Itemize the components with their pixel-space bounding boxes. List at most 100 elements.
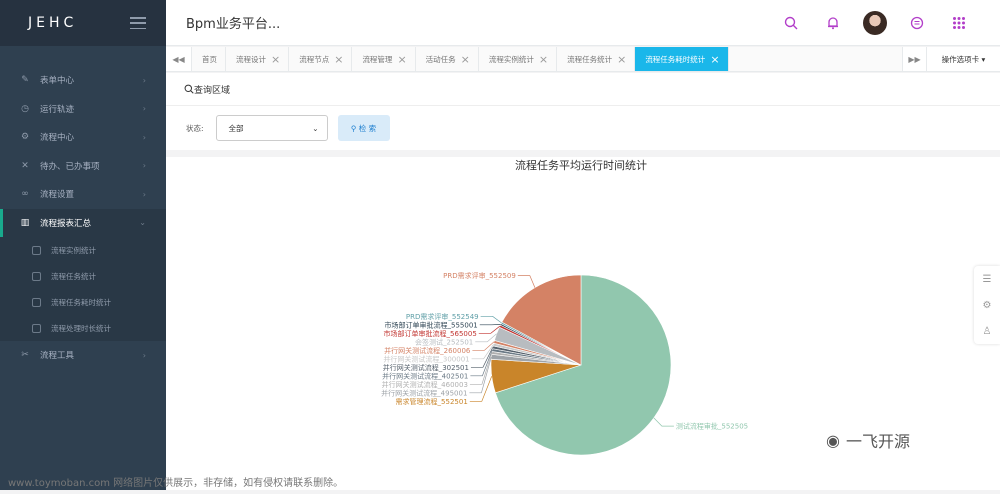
tab-task-stats[interactable]: 流程任务统计 × [557, 47, 635, 71]
sidebar-subitem-label: 流程任务统计 [51, 271, 96, 282]
app-title: Bpm业务平台... [186, 13, 280, 32]
pie-label: 并行网关测试流程_260006 [384, 346, 471, 355]
close-icon[interactable]: × [397, 54, 406, 65]
sidebar-item-process-settings[interactable]: ∞ 流程设置 › [0, 180, 166, 209]
tools-icon: ✂ [20, 350, 30, 360]
floating-toolbar: ☰ ⚙ ♙ [974, 266, 1000, 344]
pie-label-line [481, 316, 502, 323]
tab-process-node[interactable]: 流程节点 × [289, 47, 352, 71]
message-icon[interactable] [896, 0, 938, 46]
close-icon[interactable]: × [617, 54, 626, 65]
search-button[interactable]: ⚲ 检 索 [338, 115, 390, 141]
avatar[interactable] [854, 0, 896, 46]
tab-label: 首页 [202, 54, 217, 65]
pie-label-line [518, 276, 535, 288]
status-select[interactable]: 全部 ⌄ [216, 115, 328, 141]
pie-label-line [470, 376, 492, 401]
pie-label: PRD需求评审_552509 [443, 271, 516, 280]
watermark-text: 一飞开源 [846, 428, 910, 452]
pie-label: 需求管理流程_552501 [396, 397, 468, 406]
tab-label: 流程节点 [299, 54, 329, 65]
query-header: 查询区域 [166, 73, 1000, 106]
file-icon [32, 246, 41, 255]
pie-label-line [475, 334, 496, 342]
pie-label: 市场部订单审批流程_555001 [385, 320, 478, 329]
pie-label: 测试流程审批_552505 [676, 422, 748, 431]
close-icon[interactable]: × [539, 54, 548, 65]
chevron-right-icon: › [143, 104, 146, 113]
sidebar-subitem-label: 流程处理时长统计 [51, 323, 111, 334]
sidebar-item-report-summary[interactable]: ▥ 流程报表汇总 ⌄ [0, 209, 166, 238]
sidebar-menu: ✎ 表单中心 › ◷ 运行轨迹 › ⚙ 流程中心 › ✕ 待办、已办事项 › ∞… [0, 66, 166, 370]
wechat-icon: ◉ [826, 431, 840, 450]
tab-home[interactable]: 首页 [192, 47, 226, 71]
tab-label: 活动任务 [426, 54, 456, 65]
chevron-right-icon: › [143, 161, 146, 170]
pie-label-line [472, 345, 494, 359]
link-icon: ∞ [20, 189, 30, 199]
sidebar-item-todo[interactable]: ✕ 待办、已办事项 › [0, 152, 166, 181]
close-icon[interactable]: × [334, 54, 343, 65]
clock-icon: ◷ [20, 104, 30, 114]
tab-process-manage[interactable]: 流程管理 × [352, 47, 415, 71]
watermark: ◉ 一飞开源 [826, 428, 910, 452]
tab-task-time-stats[interactable]: 流程任务耗时统计× [635, 47, 728, 71]
sidebar-subitem-duration-stats[interactable]: 流程处理时长统计 [0, 315, 166, 341]
sidebar-item-label: 流程工具 [40, 349, 74, 361]
top-bar-icons [770, 0, 980, 46]
pie-label: 并行网关测试流程_300001 [383, 354, 469, 363]
sidebar-subitem-task-stats[interactable]: 流程任务统计 [0, 263, 166, 289]
chart-title: 流程任务平均运行时间统计 [166, 157, 996, 173]
tab-scroll-left-icon[interactable]: ◀◀ [166, 47, 192, 71]
sidebar-item-label: 表单中心 [40, 74, 74, 86]
sidebar-subitem-label: 流程任务耗时统计 [51, 297, 111, 308]
status-select-value: 全部 [229, 123, 244, 134]
pie-label: 并行网关测试流程_302501 [383, 363, 469, 372]
tab-options-label: 操作选项卡 [942, 54, 980, 65]
chevron-right-icon: › [143, 133, 146, 142]
tab-active-task[interactable]: 活动任务 × [416, 47, 479, 71]
gear-icon: ⚙ [20, 132, 30, 142]
tab-label: 流程设计 [236, 54, 266, 65]
tab-process-design[interactable]: 流程设计 × [226, 47, 289, 71]
tab-label: 流程任务统计 [567, 54, 612, 65]
tab-scroll-right-icon[interactable]: ▶▶ [902, 47, 926, 71]
search-icon[interactable] [770, 0, 812, 46]
sidebar-subitem-instance-stats[interactable]: 流程实例统计 [0, 237, 166, 263]
sidebar-item-run-trace[interactable]: ◷ 运行轨迹 › [0, 95, 166, 124]
close-icon[interactable]: × [461, 54, 470, 65]
chevron-right-icon: › [143, 76, 146, 85]
tab-label: 流程管理 [362, 54, 392, 65]
sidebar-item-label: 待办、已办事项 [40, 160, 100, 172]
pie-label: 市场部订单审批流程_565005 [384, 329, 477, 338]
pie-icon [32, 298, 41, 307]
app-logo: JEHC [28, 15, 77, 31]
tab-options-dropdown[interactable]: 操作选项卡 ▾ [926, 47, 1000, 71]
menu-toggle-icon[interactable] [130, 17, 146, 29]
user-icon[interactable]: ♙ [983, 326, 992, 337]
sidebar-item-label: 运行轨迹 [40, 103, 74, 115]
close-icon[interactable]: × [271, 54, 280, 65]
sidebar-item-label: 流程中心 [40, 131, 74, 143]
apps-grid-icon[interactable] [938, 0, 980, 46]
chevron-right-icon: › [143, 351, 146, 360]
chat-icon[interactable]: ☰ [983, 274, 992, 285]
pie-label: 并行网关测试流程_495001 [381, 388, 467, 397]
close-icon[interactable]: × [710, 54, 719, 65]
query-form: 状态: 全部 ⌄ ⚲ 检 索 [166, 106, 1000, 150]
sidebar-subitem-task-time-stats[interactable]: 流程任务耗时统计 [0, 289, 166, 315]
bar-chart-icon: ▥ [20, 218, 30, 228]
tab-instance-stats[interactable]: 流程实例统计× [479, 47, 557, 71]
sidebar-item-label: 流程设置 [40, 188, 74, 200]
pie-label-line [479, 326, 500, 333]
sidebar-item-process-center[interactable]: ⚙ 流程中心 › [0, 123, 166, 152]
sidebar-item-process-tools[interactable]: ✂ 流程工具 › [0, 341, 166, 370]
chevron-down-icon: ⌄ [139, 218, 146, 227]
monitor-icon [32, 324, 41, 333]
settings-icon[interactable]: ⚙ [983, 300, 992, 311]
sidebar-item-label: 流程报表汇总 [40, 217, 91, 229]
sidebar-item-form-center[interactable]: ✎ 表单中心 › [0, 66, 166, 95]
sidebar-subitem-label: 流程实例统计 [51, 245, 96, 256]
sidebar: JEHC ✎ 表单中心 › ◷ 运行轨迹 › ⚙ 流程中心 › ✕ 待办、已办事… [0, 0, 166, 490]
bell-icon[interactable] [812, 0, 854, 46]
